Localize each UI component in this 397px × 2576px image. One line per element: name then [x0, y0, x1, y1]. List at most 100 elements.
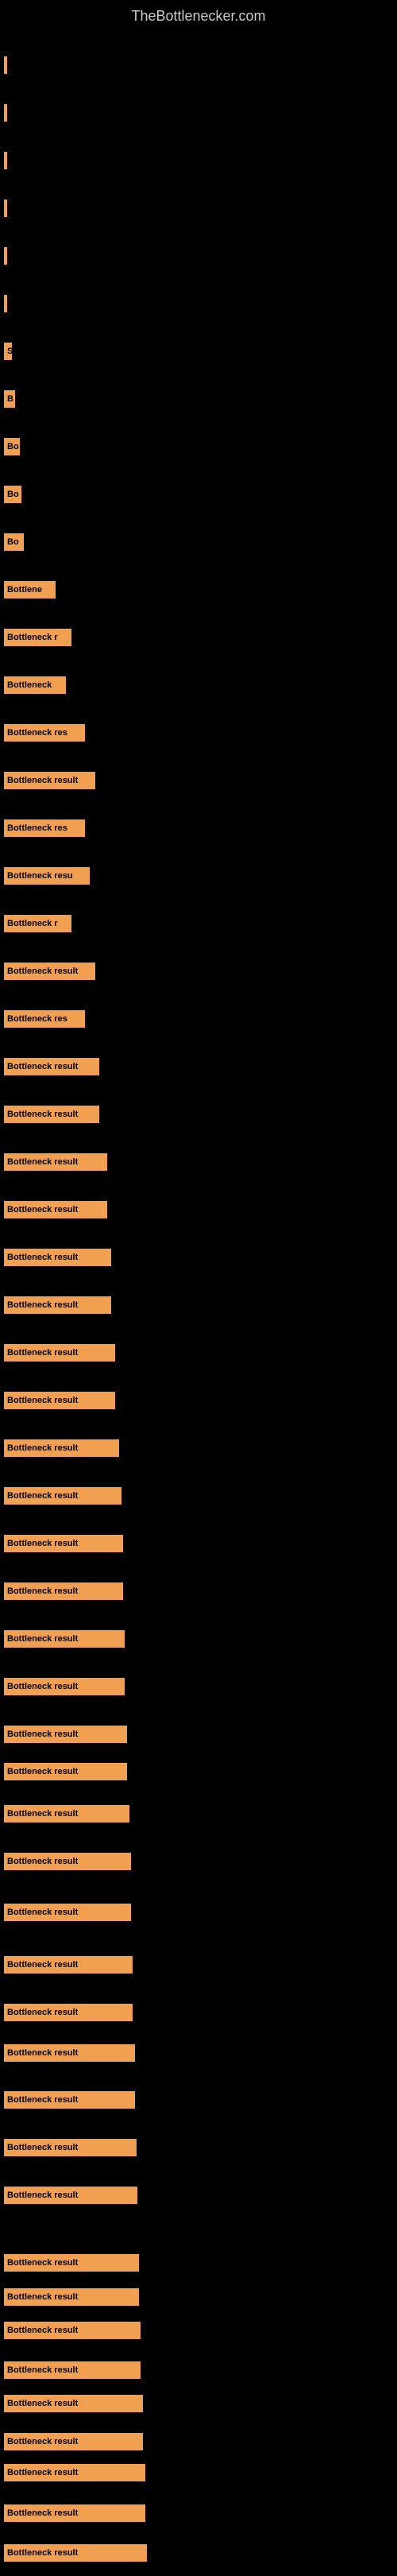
bar-52: Bottleneck result — [4, 2433, 143, 2450]
bar-row-7: S — [4, 343, 12, 360]
bar-row-38: Bottleneck result — [4, 1805, 129, 1823]
bar-7: S — [4, 343, 12, 360]
bar-1 — [4, 56, 7, 74]
bar-36: Bottleneck result — [4, 1726, 127, 1743]
bar-33: Bottleneck result — [4, 1582, 123, 1600]
bar-label-43: Bottleneck result — [7, 2048, 78, 2058]
bar-label-17: Bottleneck res — [7, 823, 67, 833]
bar-row-21: Bottleneck res — [4, 1010, 85, 1028]
bar-label-12: Bottlene — [7, 585, 42, 595]
bar-10: Bo — [4, 486, 21, 503]
bar-12: Bottlene — [4, 581, 56, 598]
bar-50: Bottleneck result — [4, 2361, 141, 2379]
bar-row-39: Bottleneck result — [4, 1853, 131, 1870]
bar-row-34: Bottleneck result — [4, 1630, 125, 1648]
bar-44: Bottleneck result — [4, 2091, 135, 2109]
bar-29: Bottleneck result — [4, 1392, 115, 1409]
bar-row-48: Bottleneck result — [4, 2288, 139, 2306]
bar-label-44: Bottleneck result — [7, 2095, 78, 2105]
bar-label-34: Bottleneck result — [7, 1634, 78, 1644]
bar-row-25: Bottleneck result — [4, 1201, 107, 1218]
bar-label-54: Bottleneck result — [7, 2508, 78, 2518]
bar-row-1 — [4, 56, 7, 74]
bar-row-20: Bottleneck result — [4, 963, 95, 980]
bar-row-40: Bottleneck result — [4, 1904, 131, 1921]
bar-label-13: Bottleneck r — [7, 633, 58, 642]
bar-label-39: Bottleneck result — [7, 1857, 78, 1866]
bar-40: Bottleneck result — [4, 1904, 131, 1921]
bar-18: Bottleneck resu — [4, 867, 90, 885]
bar-label-25: Bottleneck result — [7, 1205, 78, 1214]
bar-label-49: Bottleneck result — [7, 2326, 78, 2335]
bar-row-55: Bottleneck result — [4, 2544, 147, 2562]
bar-row-36: Bottleneck result — [4, 1726, 127, 1743]
bar-row-8: B — [4, 390, 15, 408]
bar-label-10: Bo — [7, 490, 19, 499]
bar-11: Bo — [4, 533, 24, 551]
bar-label-16: Bottleneck result — [7, 776, 78, 785]
bar-38: Bottleneck result — [4, 1805, 129, 1823]
bar-row-3 — [4, 152, 7, 169]
bar-13: Bottleneck r — [4, 629, 71, 646]
bar-label-42: Bottleneck result — [7, 2008, 78, 2017]
bar-label-38: Bottleneck result — [7, 1809, 78, 1819]
bar-label-19: Bottleneck r — [7, 919, 58, 928]
bar-row-15: Bottleneck res — [4, 724, 85, 742]
bar-41: Bottleneck result — [4, 1956, 133, 1974]
bar-label-36: Bottleneck result — [7, 1730, 78, 1739]
bar-8: B — [4, 390, 15, 408]
bar-6 — [4, 295, 7, 312]
bar-30: Bottleneck result — [4, 1439, 119, 1457]
bar-label-46: Bottleneck result — [7, 2191, 78, 2200]
bar-row-47: Bottleneck result — [4, 2254, 139, 2272]
bar-15: Bottleneck res — [4, 724, 85, 742]
bar-3 — [4, 152, 7, 169]
bar-39: Bottleneck result — [4, 1853, 131, 1870]
bar-label-27: Bottleneck result — [7, 1300, 78, 1310]
bar-label-9: Bo — [7, 442, 19, 451]
bar-label-35: Bottleneck result — [7, 1682, 78, 1691]
bar-label-29: Bottleneck result — [7, 1396, 78, 1405]
bar-row-35: Bottleneck result — [4, 1678, 125, 1695]
bar-row-5 — [4, 247, 7, 265]
bar-label-15: Bottleneck res — [7, 728, 67, 738]
bar-row-11: Bo — [4, 533, 24, 551]
bar-31: Bottleneck result — [4, 1487, 121, 1505]
bar-label-30: Bottleneck result — [7, 1443, 78, 1453]
bar-19: Bottleneck r — [4, 915, 71, 932]
bar-46: Bottleneck result — [4, 2187, 137, 2204]
bar-label-52: Bottleneck result — [7, 2437, 78, 2446]
bar-row-26: Bottleneck result — [4, 1249, 111, 1266]
bar-label-45: Bottleneck result — [7, 2143, 78, 2152]
bar-49: Bottleneck result — [4, 2322, 141, 2339]
bar-row-49: Bottleneck result — [4, 2322, 141, 2339]
bar-23: Bottleneck result — [4, 1106, 99, 1123]
bar-row-2 — [4, 104, 7, 122]
bar-row-18: Bottleneck resu — [4, 867, 90, 885]
bar-row-44: Bottleneck result — [4, 2091, 135, 2109]
bar-27: Bottleneck result — [4, 1296, 111, 1314]
bar-9: Bo — [4, 438, 20, 455]
bar-48: Bottleneck result — [4, 2288, 139, 2306]
bar-label-33: Bottleneck result — [7, 1586, 78, 1596]
bar-24: Bottleneck result — [4, 1153, 107, 1171]
bar-row-45: Bottleneck result — [4, 2139, 137, 2156]
bar-row-31: Bottleneck result — [4, 1487, 121, 1505]
bar-label-37: Bottleneck result — [7, 1767, 78, 1776]
bar-row-28: Bottleneck result — [4, 1344, 115, 1362]
bar-row-54: Bottleneck result — [4, 2504, 145, 2522]
bar-42: Bottleneck result — [4, 2004, 133, 2021]
bar-22: Bottleneck result — [4, 1058, 99, 1075]
bar-label-11: Bo — [7, 537, 19, 547]
bar-label-48: Bottleneck result — [7, 2292, 78, 2302]
bar-16: Bottleneck result — [4, 772, 95, 789]
bar-row-32: Bottleneck result — [4, 1535, 123, 1552]
bar-row-6 — [4, 295, 7, 312]
bar-row-22: Bottleneck result — [4, 1058, 99, 1075]
bar-26: Bottleneck result — [4, 1249, 111, 1266]
bar-label-50: Bottleneck result — [7, 2365, 78, 2375]
bar-label-23: Bottleneck result — [7, 1110, 78, 1119]
bar-row-43: Bottleneck result — [4, 2044, 135, 2062]
bar-32: Bottleneck result — [4, 1535, 123, 1552]
bar-2 — [4, 104, 7, 122]
